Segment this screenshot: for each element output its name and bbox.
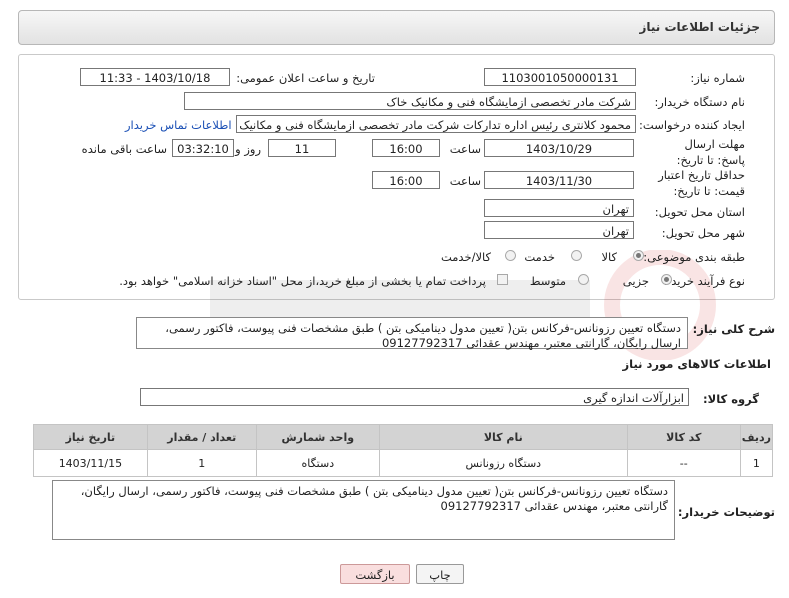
cell-qty: 1 <box>146 449 257 477</box>
announce-date-field: 1403/10/18 - 11:33 <box>80 68 230 86</box>
requester-label: ایجاد کننده درخواست: <box>639 118 745 132</box>
category-radio-goods[interactable] <box>633 250 644 261</box>
cell-unit: دستگاه <box>255 449 380 477</box>
col-name: نام کالا <box>378 424 628 450</box>
days-remaining-field: 11 <box>268 139 336 157</box>
province-label: استان محل تحویل: <box>654 205 745 219</box>
cell-row: 1 <box>739 449 774 477</box>
process-option-medium: متوسط <box>529 274 566 288</box>
validity-time-label: ساعت <box>449 174 481 188</box>
goods-section-title: اطلاعات کالاهای مورد نیاز <box>622 357 771 371</box>
validity-date-field: 1403/11/30 <box>484 171 634 189</box>
col-qty: تعداد / مقدار <box>146 424 257 450</box>
category-label: طبقه بندی موضوعی: <box>643 250 745 264</box>
page-title: جزئیات اطلاعات نیاز <box>639 20 760 34</box>
goods-group-field: ابزارآلات اندازه گیری <box>140 388 689 406</box>
process-radio-medium[interactable] <box>578 274 589 285</box>
cell-date: 1403/11/15 <box>33 449 148 477</box>
cell-code: -- <box>626 449 741 477</box>
category-option-goods: کالا <box>601 250 617 264</box>
print-button[interactable]: چاپ <box>416 564 464 584</box>
remaining-time-field: 03:32:10 <box>172 139 234 157</box>
buyer-org-label: نام دستگاه خریدار: <box>654 95 745 109</box>
treasury-note: پرداخت تمام یا بخشی از مبلغ خرید،از محل … <box>119 274 486 288</box>
col-code: کد کالا <box>626 424 741 450</box>
city-field: تهران <box>484 221 634 239</box>
deadline-date-field: 1403/10/29 <box>484 139 634 157</box>
buyer-notes-textbox: دستگاه تعیین رزونانس-فرکانس بتن( تعیین م… <box>52 480 675 540</box>
col-date: تاریخ نیاز <box>33 424 148 450</box>
process-option-minor: جزیی <box>622 274 649 288</box>
cell-name: دستگاه رزونانس <box>378 449 628 477</box>
summary-textbox: دستگاه تعیین رزونانس-فرکانس بتن( تعیین م… <box>136 317 688 350</box>
goods-group-label: گروه کالا: <box>703 392 759 406</box>
need-number-label: شماره نیاز: <box>690 71 745 85</box>
process-label: نوع فرآیند خرید : <box>663 274 745 288</box>
deadline-label: مهلت ارسال پاسخ: تا تاریخ: <box>676 137 745 167</box>
col-row: ردیف <box>739 424 774 450</box>
summary-label: شرح کلی نیاز: <box>692 322 775 336</box>
validity-label: حداقل تاریخ اعتبار قیمت: تا تاریخ: <box>658 168 745 198</box>
category-radio-goods-service[interactable] <box>505 250 516 261</box>
announce-label: تاریخ و ساعت اعلان عمومی: <box>236 71 375 85</box>
table-row: 1 -- دستگاه رزونانس دستگاه 1 1403/11/15 <box>33 449 774 477</box>
validity-time-field: 16:00 <box>372 171 440 189</box>
deadline-time-field: 16:00 <box>372 139 440 157</box>
page-header: جزئیات اطلاعات نیاز <box>18 10 775 45</box>
table-header-row: ردیف کد کالا نام کالا واحد شمارش تعداد /… <box>33 424 774 450</box>
remaining-label: ساعت باقی مانده <box>81 142 167 156</box>
province-field: تهران <box>484 199 634 217</box>
buyer-org-field: شرکت مادر تخصصی ازمایشگاه فنی و مکانیک خ… <box>184 92 636 110</box>
treasury-checkbox[interactable] <box>497 274 508 285</box>
back-button[interactable]: بازگشت <box>340 564 410 584</box>
requester-field: محمود کلانتری رئیس اداره تدارکات شرکت ما… <box>236 115 636 133</box>
city-label: شهر محل تحویل: <box>661 226 745 240</box>
category-option-service: خدمت <box>524 250 555 264</box>
category-radio-service[interactable] <box>571 250 582 261</box>
deadline-time-label: ساعت <box>449 142 481 156</box>
buyer-notes-label: توضیحات خریدار: <box>677 505 775 519</box>
day-and-label: روز و <box>235 142 261 156</box>
col-unit: واحد شمارش <box>255 424 380 450</box>
buyer-contact-link[interactable]: اطلاعات تماس خریدار <box>125 118 232 132</box>
need-number-field: 1103001050000131 <box>484 68 636 86</box>
goods-table: ردیف کد کالا نام کالا واحد شمارش تعداد /… <box>33 424 774 477</box>
process-radio-minor[interactable] <box>661 274 672 285</box>
category-option-goods-service: کالا/خدمت <box>440 250 491 264</box>
